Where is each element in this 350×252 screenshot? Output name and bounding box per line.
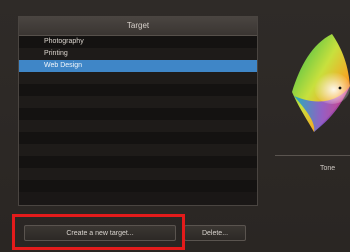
empty-row — [19, 84, 257, 96]
empty-row — [19, 120, 257, 132]
list-item-printing[interactable]: Printing — [19, 48, 257, 60]
delete-button[interactable]: Delete... — [184, 225, 246, 241]
create-target-button[interactable]: Create a new target... — [24, 225, 176, 241]
list-header: Target — [19, 17, 257, 36]
target-settings-panel: Target Photography Printing Web Design C… — [0, 0, 350, 252]
empty-row — [19, 132, 257, 144]
empty-row — [19, 144, 257, 156]
tone-label: Tone — [320, 165, 336, 172]
color-gamut-diagram — [292, 34, 350, 132]
list-rows[interactable]: Photography Printing Web Design — [19, 36, 257, 205]
target-list[interactable]: Target Photography Printing Web Design — [18, 16, 258, 206]
empty-row — [19, 168, 257, 180]
divider — [275, 155, 350, 156]
empty-row — [19, 108, 257, 120]
empty-row — [19, 72, 257, 84]
list-item-web-design[interactable]: Web Design — [19, 60, 257, 72]
list-item-photography[interactable]: Photography — [19, 36, 257, 48]
empty-row — [19, 156, 257, 168]
empty-row — [19, 180, 257, 192]
empty-row — [19, 96, 257, 108]
